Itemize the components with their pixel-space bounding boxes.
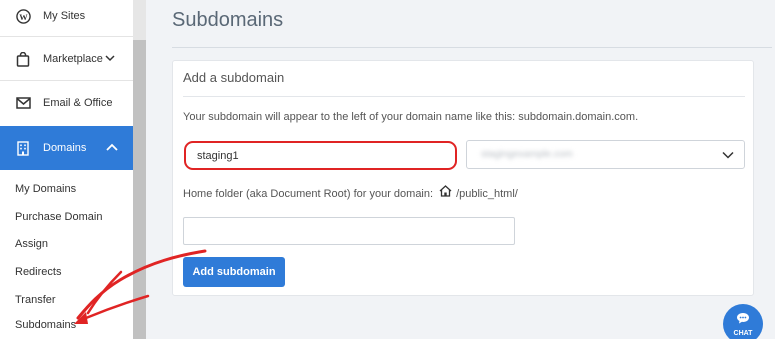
sub-item-redirects[interactable]: Redirects	[15, 266, 61, 278]
domain-select[interactable]: stagingexample.com	[466, 140, 745, 169]
divider	[183, 96, 745, 97]
chevron-up-icon	[106, 142, 119, 154]
sub-item-purchase-domain[interactable]: Purchase Domain	[15, 211, 102, 223]
sidebar-scrollbar[interactable]	[133, 0, 146, 339]
home-folder-label: Home folder (aka Document Root) for your…	[183, 187, 434, 200]
sub-item-subdomains[interactable]: Subdomains	[15, 319, 76, 331]
scrollbar-thumb[interactable]	[133, 40, 146, 339]
sidebar-item-marketplace[interactable]: Marketplace	[0, 37, 133, 81]
wordpress-icon: W	[15, 8, 31, 24]
home-folder-path: /public_html/	[456, 187, 518, 200]
home-folder-input[interactable]	[183, 217, 515, 245]
sidebar-item-my-sites[interactable]: W My Sites	[0, 0, 133, 38]
domain-select-value: stagingexample.com	[481, 149, 573, 160]
chat-button[interactable]: CHAT	[723, 304, 763, 339]
chat-label: CHAT	[733, 330, 753, 337]
sidebar-item-label: My Sites	[43, 10, 86, 22]
add-subdomain-card: Add a subdomain Your subdomain will appe…	[172, 60, 754, 296]
sidebar-item-domains[interactable]: Domains	[0, 126, 133, 170]
sidebar: W My Sites Marketplace Email & Office Do…	[0, 0, 146, 339]
chat-bubble-icon	[736, 311, 750, 329]
chevron-down-icon	[722, 146, 734, 164]
svg-text:W: W	[19, 11, 28, 21]
sub-item-transfer[interactable]: Transfer	[15, 294, 56, 306]
home-folder-line: Home folder (aka Document Root) for your…	[183, 185, 518, 202]
sidebar-item-label: Marketplace	[43, 53, 103, 65]
divider	[172, 47, 772, 48]
add-subdomain-button[interactable]: Add subdomain	[183, 257, 285, 287]
chevron-down-icon	[105, 53, 115, 65]
help-text: Your subdomain will appear to the left o…	[183, 111, 639, 123]
shopping-bag-icon	[15, 51, 31, 67]
sub-item-assign[interactable]: Assign	[15, 238, 48, 250]
page-title: Subdomains	[172, 9, 284, 31]
sidebar-item-label: Domains	[43, 142, 87, 154]
subdomain-input[interactable]: staging1	[184, 141, 457, 170]
building-icon	[15, 140, 31, 156]
sidebar-item-label: Email & Office	[43, 97, 113, 109]
sidebar-item-email-office[interactable]: Email & Office	[0, 81, 133, 125]
sub-item-my-domains[interactable]: My Domains	[15, 183, 76, 195]
subdomain-value: staging1	[197, 149, 239, 162]
email-icon	[15, 95, 31, 111]
home-icon	[439, 185, 452, 200]
card-title: Add a subdomain	[183, 70, 285, 85]
